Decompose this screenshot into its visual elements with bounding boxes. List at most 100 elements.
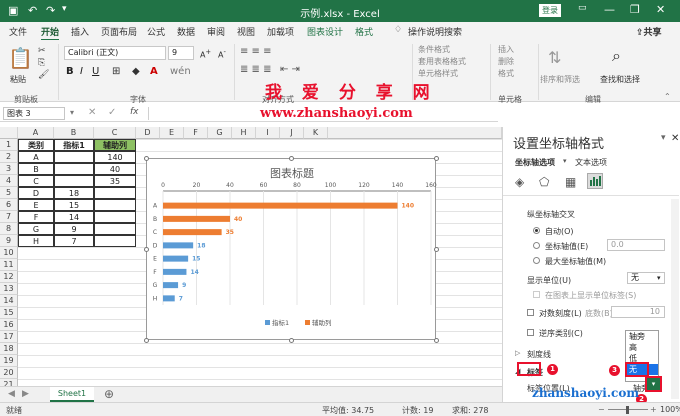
tab-formulas[interactable]: 公式 (147, 25, 165, 38)
table-cell[interactable]: 140 (94, 151, 136, 163)
underline-icon[interactable]: U (92, 66, 99, 77)
row-header[interactable]: 16 (0, 319, 18, 331)
insert-function-icon[interactable]: fx (130, 107, 139, 117)
resize-handle[interactable] (434, 338, 439, 343)
tab-axis-options[interactable]: 坐标轴选项 (515, 157, 555, 168)
table-header-cell[interactable]: 辅助列 (94, 139, 136, 151)
pane-close-icon[interactable]: ✕ (671, 133, 679, 144)
cancel-icon[interactable]: ✕ (88, 107, 96, 118)
sheet-tab-sheet1[interactable]: Sheet1 (50, 387, 94, 402)
resize-handle[interactable] (144, 156, 149, 161)
tab-insert[interactable]: 插入 (71, 25, 89, 38)
axis-value-radio[interactable] (533, 242, 540, 249)
align-left-icon[interactable]: ≣ ≣ ≣ (240, 64, 272, 75)
row-header[interactable]: 18 (0, 343, 18, 355)
column-header[interactable]: D (136, 127, 160, 139)
select-all-corner[interactable] (0, 127, 18, 139)
table-cell[interactable]: 18 (54, 187, 94, 199)
base-input[interactable]: 10 (611, 306, 665, 318)
zoom-level[interactable]: 100% (660, 405, 680, 414)
row-header[interactable]: 13 (0, 283, 18, 295)
table-format-button[interactable]: 套用表格格式 (418, 56, 466, 67)
resize-handle[interactable] (289, 156, 294, 161)
tab-home[interactable]: 开始 (41, 25, 60, 41)
max-value-radio[interactable] (533, 257, 540, 264)
table-cell[interactable]: 35 (94, 175, 136, 187)
paste-icon[interactable]: 📋 (8, 46, 33, 70)
tab-data[interactable]: 数据 (177, 25, 195, 38)
close-button[interactable]: ✕ (656, 3, 665, 16)
resize-handle[interactable] (434, 156, 439, 161)
column-header[interactable]: B (54, 127, 94, 139)
column-header[interactable]: G (208, 127, 232, 139)
insert-cells-button[interactable]: 插入 (498, 44, 514, 55)
enter-icon[interactable]: ✓ (108, 107, 116, 118)
format-painter-icon[interactable]: 🖌 (38, 70, 49, 80)
size-properties-icon[interactable]: ▦ (565, 175, 576, 189)
column-header[interactable]: A (18, 127, 54, 139)
table-cell[interactable]: A (18, 151, 54, 163)
bold-icon[interactable]: B (66, 66, 74, 77)
fill-line-icon[interactable]: ◈ (515, 175, 524, 189)
table-cell[interactable]: H (18, 235, 54, 247)
table-cell[interactable]: D (18, 187, 54, 199)
row-header[interactable]: 12 (0, 271, 18, 283)
column-header[interactable]: K (304, 127, 328, 139)
table-cell[interactable]: F (18, 211, 54, 223)
table-cell[interactable]: E (18, 199, 54, 211)
font-color-icon[interactable]: A (150, 66, 158, 77)
ticks-section[interactable]: 刻度线 (527, 349, 551, 360)
column-header[interactable]: C (94, 127, 136, 139)
tab-file[interactable]: 文件 (9, 25, 27, 38)
tab-chart-design[interactable]: 图表设计 (307, 25, 343, 38)
axis-options-dropdown-icon[interactable]: ▾ (563, 157, 567, 165)
table-header-cell[interactable]: 指标1 (54, 139, 94, 151)
paste-button[interactable]: 粘贴 (10, 74, 26, 85)
column-header[interactable]: E (160, 127, 184, 139)
table-cell[interactable] (54, 163, 94, 175)
cut-icon[interactable]: ✂ (38, 46, 46, 56)
restore-button[interactable]: ❐ (630, 3, 640, 16)
find-select-icon[interactable]: ⌕ (612, 46, 621, 66)
copy-icon[interactable]: ⎘ (38, 58, 45, 68)
tab-text-options[interactable]: 文本选项 (575, 157, 607, 168)
name-box[interactable]: 图表 3 (3, 107, 65, 120)
table-cell[interactable]: 9 (54, 223, 94, 235)
resize-handle[interactable] (144, 338, 149, 343)
login-button[interactable]: 登录 (539, 4, 561, 17)
font-size-select[interactable]: 9 (168, 46, 194, 60)
row-header[interactable]: 14 (0, 295, 18, 307)
table-cell[interactable] (94, 199, 136, 211)
tab-format[interactable]: 格式 (355, 25, 373, 38)
name-box-dropdown-icon[interactable]: ▾ (70, 108, 74, 117)
display-unit-dropdown-icon[interactable]: ▾ (657, 274, 661, 282)
zoom-thumb[interactable] (626, 406, 629, 414)
row-header[interactable]: 6 (0, 199, 18, 211)
next-sheet-icon[interactable]: ▶ (22, 389, 29, 399)
format-cells-button[interactable]: 格式 (498, 68, 514, 79)
table-cell[interactable] (94, 211, 136, 223)
reverse-checkbox[interactable] (527, 329, 534, 336)
table-cell[interactable]: C (18, 175, 54, 187)
row-header[interactable]: 4 (0, 175, 18, 187)
tab-page-layout[interactable]: 页面布局 (101, 25, 137, 38)
row-header[interactable]: 20 (0, 367, 18, 379)
prev-sheet-icon[interactable]: ◀ (8, 389, 15, 399)
tab-addins[interactable]: 加载项 (267, 25, 294, 38)
resize-handle[interactable] (289, 338, 294, 343)
table-cell[interactable] (94, 187, 136, 199)
row-header[interactable]: 1 (0, 139, 18, 151)
zoom-in-icon[interactable]: + (650, 405, 657, 414)
sort-filter-button[interactable]: 排序和筛选 (540, 74, 580, 85)
find-select-button[interactable]: 查找和选择 (600, 74, 640, 85)
ribbon-options-icon[interactable]: ▭ (578, 3, 587, 13)
fill-color-icon[interactable]: ◆ (132, 66, 140, 77)
row-header[interactable]: 3 (0, 163, 18, 175)
axis-options-icon[interactable] (587, 173, 603, 189)
row-header[interactable]: 9 (0, 235, 18, 247)
row-header[interactable]: 2 (0, 151, 18, 163)
resize-handle[interactable] (434, 247, 439, 252)
font-name-select[interactable]: Calibri (正文) (64, 46, 166, 60)
dropdown-option-next-to-axis[interactable]: 轴旁 (626, 331, 658, 342)
row-header[interactable]: 17 (0, 331, 18, 343)
